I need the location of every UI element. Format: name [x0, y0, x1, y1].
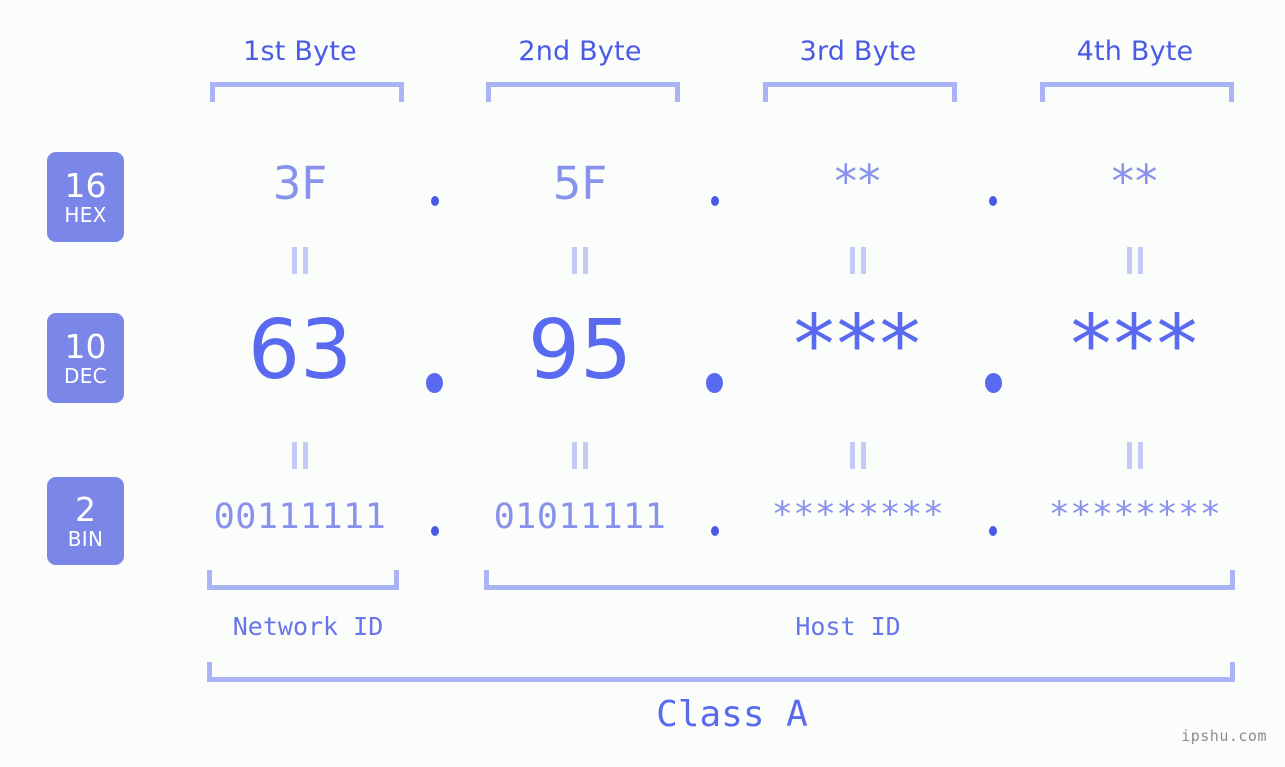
dec-separator-dot-2 — [706, 373, 723, 393]
equivalence-mark-dec-bin-4 — [1127, 442, 1143, 469]
hex-separator-dot-3 — [989, 196, 997, 206]
equivalence-mark-hex-dec-4 — [1127, 247, 1143, 274]
bin-byte-2: 01011111 — [493, 497, 667, 537]
bin-byte-4: ******** — [1048, 495, 1222, 535]
byte-bracket-1 — [210, 82, 404, 102]
byte-header-label-1: 1st Byte — [243, 36, 357, 67]
dec-byte-3: *** — [793, 298, 923, 393]
hex-byte-3: ** — [834, 155, 882, 208]
byte-bracket-2 — [486, 82, 680, 102]
dec-byte-2: 95 — [527, 303, 633, 398]
badge-hex-base: 16 — [64, 166, 107, 205]
badge-dec-base: 10 — [64, 327, 107, 366]
bin-byte-1: 00111111 — [213, 497, 387, 537]
bin-separator-dot-1 — [431, 526, 439, 536]
byte-header-label-2: 2nd Byte — [518, 36, 642, 67]
network-id-bracket — [207, 570, 399, 590]
badge-bin-name: BIN — [67, 527, 104, 551]
hex-byte-4: ** — [1111, 155, 1159, 208]
badge-hex-name: HEX — [64, 203, 107, 227]
hex-byte-2: 5F — [552, 157, 608, 210]
dec-separator-dot-3 — [985, 373, 1002, 393]
hex-byte-1: 3F — [272, 157, 328, 210]
badge-bin-base: 2 — [75, 490, 96, 529]
dec-byte-1: 63 — [247, 303, 353, 398]
byte-header-label-3: 3rd Byte — [799, 36, 917, 67]
equivalence-mark-dec-bin-1 — [292, 442, 308, 469]
host-id-caption: Host ID — [795, 612, 901, 641]
equivalence-mark-hex-dec-3 — [850, 247, 866, 274]
equivalence-mark-dec-bin-2 — [572, 442, 588, 469]
dec-byte-4: *** — [1070, 298, 1200, 393]
badge-bin: 2 BIN — [47, 477, 124, 565]
equivalence-mark-dec-bin-3 — [850, 442, 866, 469]
byte-header-label-4: 4th Byte — [1076, 36, 1194, 67]
badge-hex: 16 HEX — [47, 152, 124, 242]
network-id-caption: Network ID — [232, 612, 384, 641]
hex-separator-dot-1 — [431, 196, 439, 206]
bin-separator-dot-2 — [711, 526, 719, 536]
equivalence-mark-hex-dec-1 — [292, 247, 308, 274]
class-bracket — [207, 662, 1235, 682]
host-id-bracket — [484, 570, 1235, 590]
equivalence-mark-hex-dec-2 — [572, 247, 588, 274]
hex-separator-dot-2 — [711, 196, 719, 206]
byte-bracket-3 — [763, 82, 957, 102]
bin-separator-dot-3 — [989, 526, 997, 536]
badge-dec: 10 DEC — [47, 313, 124, 403]
class-caption: Class A — [656, 694, 808, 735]
badge-dec-name: DEC — [64, 364, 107, 388]
byte-bracket-4 — [1040, 82, 1234, 102]
dec-separator-dot-1 — [426, 373, 443, 393]
site-watermark: ipshu.com — [1181, 727, 1267, 745]
bin-byte-3: ******** — [771, 495, 945, 535]
ip-address-breakdown-diagram: 1st Byte 2nd Byte 3rd Byte 4th Byte 16 H… — [0, 0, 1285, 767]
